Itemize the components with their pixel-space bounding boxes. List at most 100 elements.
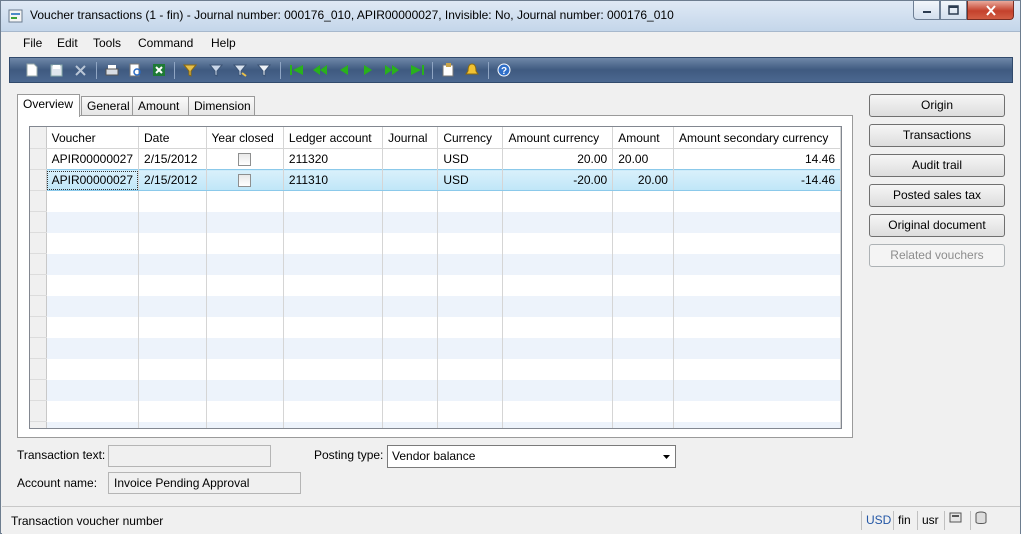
status-currency[interactable]: USD <box>861 511 891 530</box>
cell-voucher[interactable]: APIR00000027 <box>46 169 140 191</box>
cell-year-closed <box>206 169 284 191</box>
last-record-icon[interactable] <box>409 63 425 77</box>
cell-currency[interactable]: USD <box>437 169 504 191</box>
cell-voucher[interactable]: APIR00000027 <box>46 148 140 170</box>
col-voucher[interactable]: Voucher <box>46 127 140 149</box>
year-closed-checkbox[interactable] <box>238 153 252 167</box>
voucher-transactions-window: Voucher transactions (1 - fin) - Journal… <box>0 0 1021 534</box>
print-icon[interactable] <box>104 63 120 77</box>
next-record-icon[interactable] <box>360 63 376 77</box>
empty-row <box>30 190 841 212</box>
menu-file[interactable]: File <box>23 36 42 50</box>
audit-trail-button[interactable]: Audit trail <box>869 154 1005 177</box>
toolbar: ? <box>9 57 1013 83</box>
cell-date[interactable]: 2/15/2012 <box>138 148 207 170</box>
previous-record-icon[interactable] <box>336 63 352 77</box>
tab-overview[interactable]: Overview <box>17 94 80 117</box>
year-closed-checkbox[interactable] <box>238 174 252 188</box>
maximize-button[interactable] <box>940 1 967 20</box>
transactions-button[interactable]: Transactions <box>869 124 1005 147</box>
remove-filter-icon[interactable] <box>256 63 272 77</box>
document-handling-icon[interactable] <box>440 63 456 77</box>
new-icon[interactable] <box>24 63 40 77</box>
cell-date[interactable]: 2/15/2012 <box>138 169 207 191</box>
tab-amount[interactable]: Amount <box>132 96 189 116</box>
export-excel-icon[interactable] <box>151 63 167 77</box>
title-bar: Voucher transactions (1 - fin) - Journal… <box>1 1 1020 32</box>
account-name-label: Account name: <box>17 476 98 490</box>
database-icon[interactable] <box>970 511 997 530</box>
menu-help[interactable]: Help <box>211 36 236 50</box>
empty-row <box>30 253 841 275</box>
posting-type-value: Vendor balance <box>392 449 476 463</box>
minimize-button[interactable] <box>913 1 940 20</box>
cell-ledger-account[interactable]: 211320 <box>283 148 384 170</box>
col-amount[interactable]: Amount <box>612 127 674 149</box>
posting-type-label: Posting type: <box>314 448 384 462</box>
cell-amount-currency[interactable]: -20.00 <box>502 169 614 191</box>
posting-type-select[interactable]: Vendor balance <box>387 445 676 468</box>
advanced-filter-icon[interactable] <box>232 63 248 77</box>
table-row-selected[interactable]: APIR00000027 2/15/2012 211310 USD -20.00… <box>30 169 841 191</box>
status-user[interactable]: usr <box>917 511 939 530</box>
first-record-icon[interactable] <box>289 63 305 77</box>
empty-row <box>30 274 841 296</box>
window-controls <box>913 1 1014 21</box>
original-document-button[interactable]: Original document <box>869 214 1005 237</box>
next-page-icon[interactable] <box>384 63 400 77</box>
account-name-field[interactable]: Invoice Pending Approval <box>108 472 301 494</box>
status-company[interactable]: fin <box>893 511 911 530</box>
col-year-closed[interactable]: Year closed <box>206 127 284 149</box>
cell-amount-secondary[interactable]: -14.46 <box>673 169 841 191</box>
save-icon[interactable] <box>48 63 64 77</box>
help-icon[interactable]: ? <box>496 63 512 77</box>
cell-year-closed <box>206 148 284 170</box>
empty-row <box>30 295 841 317</box>
empty-row <box>30 379 841 401</box>
cell-amount-currency[interactable]: 20.00 <box>502 148 614 170</box>
voucher-grid: Voucher Date Year closed Ledger account … <box>29 126 842 429</box>
toolbar-separator <box>488 62 489 79</box>
menu-edit[interactable]: Edit <box>57 36 78 50</box>
chevron-down-icon[interactable] <box>658 446 675 467</box>
print-preview-icon[interactable] <box>127 63 143 77</box>
cell-amount-secondary[interactable]: 14.46 <box>673 148 841 170</box>
empty-row <box>30 211 841 233</box>
row-selector[interactable] <box>30 148 47 170</box>
col-amount-secondary[interactable]: Amount secondary currency <box>673 127 841 149</box>
grid-header: Voucher Date Year closed Ledger account … <box>30 127 841 149</box>
posted-sales-tax-button[interactable]: Posted sales tax <box>869 184 1005 207</box>
maximize-icon <box>948 5 959 15</box>
col-journal[interactable]: Journal <box>382 127 439 149</box>
menu-tools[interactable]: Tools <box>93 36 121 50</box>
col-date[interactable]: Date <box>138 127 207 149</box>
empty-row <box>30 400 841 422</box>
filter-by-grid-icon[interactable] <box>208 63 224 77</box>
transaction-text-field[interactable] <box>108 445 271 467</box>
close-icon <box>985 4 996 16</box>
transaction-text-label: Transaction text: <box>17 448 106 462</box>
tab-general[interactable]: General <box>81 96 133 116</box>
cell-journal[interactable] <box>382 169 439 191</box>
toolbar-separator <box>96 62 97 79</box>
alert-icon[interactable] <box>464 63 480 77</box>
filter-by-selection-icon[interactable] <box>182 63 198 77</box>
close-button[interactable] <box>967 1 1014 20</box>
origin-button[interactable]: Origin <box>869 94 1005 117</box>
cell-amount[interactable]: 20.00 <box>612 148 674 170</box>
table-row[interactable]: APIR00000027 2/15/2012 211320 USD 20.00 … <box>30 148 841 170</box>
row-selector[interactable] <box>30 169 47 191</box>
cell-journal[interactable] <box>382 148 439 170</box>
tab-dimension[interactable]: Dimension <box>188 96 255 116</box>
cell-ledger-account[interactable]: 211310 <box>283 169 384 191</box>
delete-icon[interactable] <box>72 63 88 77</box>
session-icon[interactable] <box>944 511 971 530</box>
col-ledger-account[interactable]: Ledger account <box>283 127 384 149</box>
previous-page-icon[interactable] <box>312 63 328 77</box>
cell-amount[interactable]: 20.00 <box>612 169 674 191</box>
menu-command[interactable]: Command <box>138 36 193 50</box>
empty-row <box>30 337 841 359</box>
col-currency[interactable]: Currency <box>437 127 504 149</box>
col-amount-currency[interactable]: Amount currency <box>502 127 614 149</box>
cell-currency[interactable]: USD <box>437 148 504 170</box>
